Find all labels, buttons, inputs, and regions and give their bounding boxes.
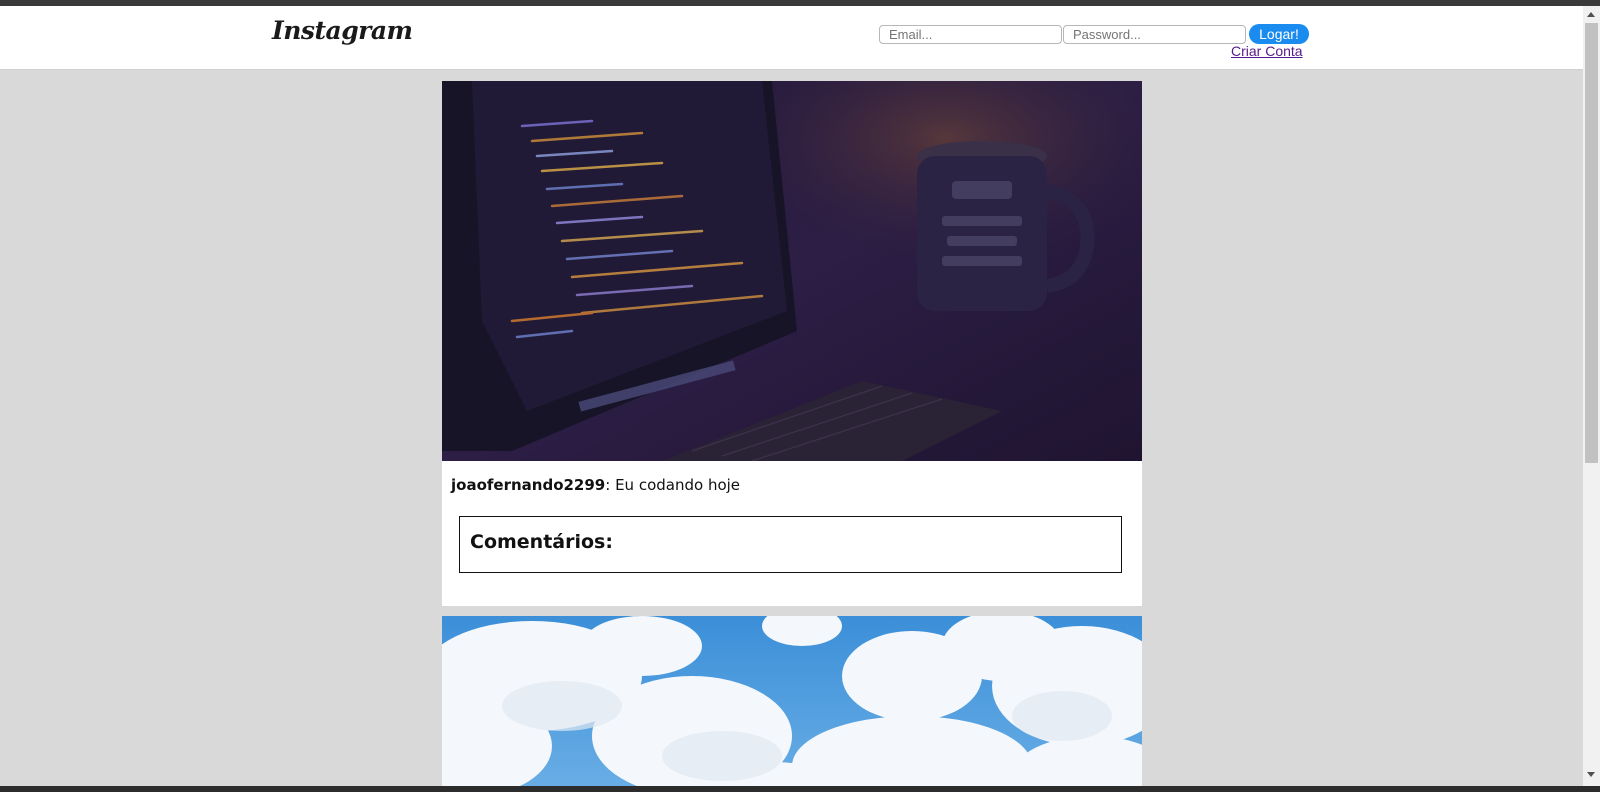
post-caption: joaofernando2299: Eu codando hoje (451, 476, 740, 494)
comments-title: Comentários: (470, 531, 613, 553)
create-account-link[interactable]: Criar Conta (1231, 43, 1303, 59)
scroll-up-arrow-icon[interactable] (1587, 12, 1595, 17)
post-card (442, 616, 1142, 792)
taskbar-strip (0, 786, 1600, 792)
scroll-thumb[interactable] (1585, 23, 1598, 463)
post-image-laptop (442, 81, 1142, 461)
post-card: joaofernando2299: Eu codando hoje Coment… (442, 81, 1142, 606)
page-scrollbar[interactable] (1583, 6, 1600, 786)
caption-text: Eu codando hoje (610, 476, 741, 494)
password-input[interactable]: Password... (1063, 25, 1246, 44)
email-input[interactable]: Email... (879, 25, 1062, 44)
scroll-down-arrow-icon[interactable] (1587, 772, 1595, 777)
site-header: Instagram Email... Password... Logar! (0, 6, 1583, 70)
login-button[interactable]: Logar! (1249, 24, 1309, 44)
comments-box: Comentários: (459, 516, 1122, 573)
post-username[interactable]: joaofernando2299 (451, 476, 605, 494)
post-image-sky (442, 616, 1142, 792)
instagram-logo[interactable]: Instagram (272, 16, 413, 45)
